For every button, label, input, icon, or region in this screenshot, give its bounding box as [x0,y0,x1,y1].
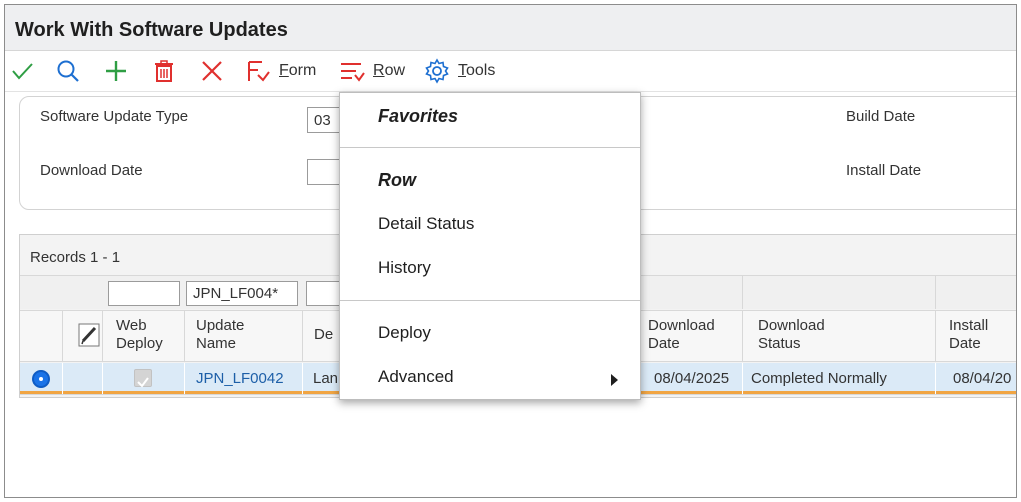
software-update-type-label: Software Update Type [40,108,189,125]
install-date-label: Install Date [846,162,922,179]
menu-separator [340,147,640,148]
col-install-date[interactable]: Install Date [949,317,988,353]
search-icon [57,60,79,82]
find-button[interactable] [53,56,83,86]
gear-icon [425,58,449,84]
menu-separator [340,300,640,301]
row-menu[interactable]: Row [339,56,405,86]
cancel-button[interactable] [197,56,227,86]
page-title: Work With Software Updates [15,19,288,41]
download-date-label: Download Date [40,162,143,179]
build-date-label: Build Date [846,108,916,125]
close-icon [202,61,222,81]
form-icon [248,61,270,82]
toolbar: Form Row Tools [5,52,1016,92]
menu-item-history[interactable]: History [378,258,431,278]
form-menu-label: Form [279,62,317,79]
menu-item-deploy[interactable]: Deploy [378,323,431,343]
edit-pencil-icon [78,323,100,347]
records-count: Records 1 - 1 [30,249,121,266]
col-download-status[interactable]: Download Status [758,317,825,353]
cell-download-status: Completed Normally [743,363,935,394]
menu-item-advanced[interactable]: Advanced [378,367,454,387]
menu-item-detail-status[interactable]: Detail Status [378,214,474,234]
tools-menu-label: Tools [458,62,496,79]
col-web-deploy[interactable]: Web Deploy [116,317,163,353]
row-menu-label: Row [373,62,406,79]
ok-button[interactable] [7,56,37,86]
menu-header-row: Row [378,170,416,190]
tools-menu[interactable]: Tools [424,56,495,86]
col-update-name[interactable]: Update Name [196,317,244,353]
cell-install-date: 08/04/20 [936,363,1016,394]
add-icon [106,61,126,81]
row-icon [341,63,365,82]
form-menu[interactable]: Form [245,56,316,86]
add-button[interactable] [101,56,131,86]
submenu-arrow-icon [611,374,618,386]
filter-web-deploy[interactable] [108,281,180,306]
row-dropdown-menu: Favorites Row Detail Status History Depl… [339,92,641,400]
row-select-radio[interactable] [32,370,50,388]
web-deploy-checkbox [134,369,152,388]
cell-update-name[interactable]: JPN_LF0042 [185,363,302,394]
delete-icon [155,60,173,82]
checkmark-icon [12,63,33,80]
col-download-date[interactable]: Download Date [648,317,715,353]
menu-header-favorites: Favorites [378,106,459,126]
filter-update-name[interactable] [186,281,298,306]
delete-button[interactable] [149,56,179,86]
col-description[interactable]: De [314,326,333,344]
checkmark-icon [137,377,149,388]
title-bar: Work With Software Updates [5,5,1016,51]
application-window: Work With Software Updates Form Row Tool… [4,4,1017,498]
cell-download-date: 08/04/2025 [641,363,742,394]
